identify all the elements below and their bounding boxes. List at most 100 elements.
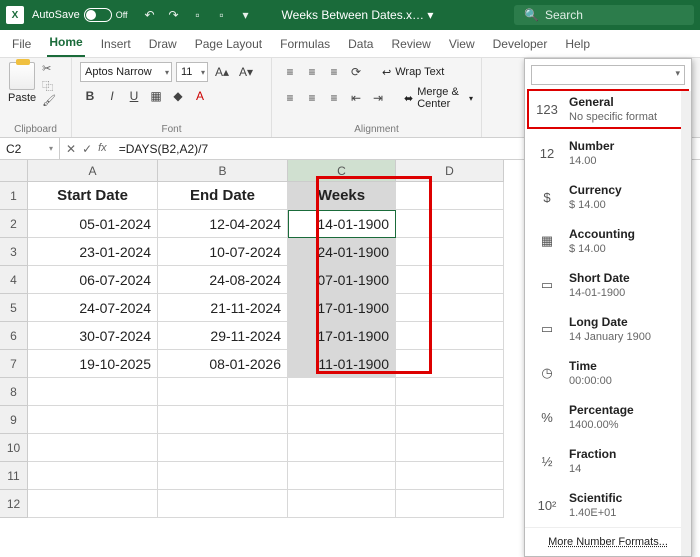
save-icon[interactable]: ▫ <box>190 7 206 23</box>
enter-icon[interactable]: ✓ <box>82 142 92 156</box>
row-header[interactable]: 1 <box>0 182 28 210</box>
cell[interactable] <box>28 434 158 462</box>
font-name-combo[interactable]: Aptos Narrow <box>80 62 172 82</box>
indent-dec-icon[interactable]: ⇤ <box>346 88 366 108</box>
cell[interactable] <box>396 294 504 322</box>
tab-formulas[interactable]: Formulas <box>278 31 332 57</box>
border-icon[interactable]: ▦ <box>146 86 166 106</box>
indent-inc-icon[interactable]: ⇥ <box>368 88 388 108</box>
italic-icon[interactable]: I <box>102 86 122 106</box>
number-format-fraction[interactable]: ½Fraction14 <box>525 439 691 483</box>
cell[interactable]: End Date <box>158 182 288 210</box>
undo-icon[interactable]: ↶ <box>142 7 158 23</box>
wrap-text-button[interactable]: ↩ Wrap Text <box>382 66 444 79</box>
cell[interactable]: 08-01-2026 <box>158 350 288 378</box>
row-header[interactable]: 3 <box>0 238 28 266</box>
align-center-icon[interactable]: ≡ <box>302 88 322 108</box>
cell[interactable] <box>158 490 288 518</box>
cell[interactable] <box>396 462 504 490</box>
cell[interactable]: 29-11-2024 <box>158 322 288 350</box>
cell[interactable]: 24-07-2024 <box>28 294 158 322</box>
cell[interactable] <box>28 462 158 490</box>
align-right-icon[interactable]: ≡ <box>324 88 344 108</box>
align-middle-icon[interactable]: ≡ <box>302 62 322 82</box>
cell[interactable]: 14-01-1900 <box>288 210 396 238</box>
cell[interactable] <box>396 266 504 294</box>
copy-icon[interactable]: ⿻ <box>42 78 58 92</box>
cell[interactable]: 05-01-2024 <box>28 210 158 238</box>
tab-help[interactable]: Help <box>563 31 592 57</box>
cell[interactable] <box>288 462 396 490</box>
bold-icon[interactable]: B <box>80 86 100 106</box>
cell[interactable] <box>396 406 504 434</box>
decrease-font-icon[interactable]: A▾ <box>236 62 256 82</box>
cell[interactable]: 12-04-2024 <box>158 210 288 238</box>
cell[interactable] <box>28 378 158 406</box>
cell[interactable] <box>396 378 504 406</box>
merge-center-button[interactable]: ⬌ Merge & Center ▾ <box>404 86 473 110</box>
search-input[interactable] <box>545 8 684 22</box>
cell[interactable]: Start Date <box>28 182 158 210</box>
tab-home[interactable]: Home <box>47 29 84 57</box>
row-header[interactable]: 5 <box>0 294 28 322</box>
orientation-icon[interactable]: ⟳ <box>346 62 366 82</box>
row-header[interactable]: 2 <box>0 210 28 238</box>
cell[interactable]: 17-01-1900 <box>288 294 396 322</box>
col-header-c[interactable]: C <box>288 160 396 182</box>
cell[interactable] <box>288 490 396 518</box>
cell[interactable]: 07-01-1900 <box>288 266 396 294</box>
autosave-toggle[interactable]: AutoSave Off <box>32 8 128 22</box>
cell[interactable] <box>396 322 504 350</box>
cell[interactable] <box>28 406 158 434</box>
number-format-scientific[interactable]: 10²Scientific1.40E+01 <box>525 483 691 527</box>
name-box[interactable]: C2 <box>0 138 60 159</box>
cell[interactable]: 30-07-2024 <box>28 322 158 350</box>
number-format-short-date[interactable]: ▭Short Date14-01-1900 <box>525 263 691 307</box>
cell[interactable]: Weeks <box>288 182 396 210</box>
cell[interactable] <box>288 378 396 406</box>
font-color-icon[interactable]: A <box>190 86 210 106</box>
number-format-accounting[interactable]: ▦Accounting$ 14.00 <box>525 219 691 263</box>
font-size-combo[interactable]: 11 <box>176 62 208 82</box>
row-header[interactable]: 10 <box>0 434 28 462</box>
cell[interactable] <box>396 182 504 210</box>
fx-icon[interactable]: fx <box>98 142 107 156</box>
number-format-percentage[interactable]: %Percentage1400.00% <box>525 395 691 439</box>
cell[interactable] <box>396 434 504 462</box>
number-format-combo[interactable] <box>531 65 685 85</box>
more-number-formats[interactable]: More Number Formats... <box>525 527 691 556</box>
cut-icon[interactable]: ✂ <box>42 62 58 76</box>
cell[interactable] <box>158 406 288 434</box>
cell[interactable]: 23-01-2024 <box>28 238 158 266</box>
cell[interactable] <box>28 490 158 518</box>
paste-button[interactable]: Paste <box>8 62 36 108</box>
cell[interactable] <box>396 350 504 378</box>
row-header[interactable]: 7 <box>0 350 28 378</box>
tab-review[interactable]: Review <box>389 31 432 57</box>
cell[interactable]: 10-07-2024 <box>158 238 288 266</box>
document-title[interactable]: Weeks Between Dates.x… ▾ <box>282 8 434 22</box>
col-header-a[interactable]: A <box>28 160 158 182</box>
tab-file[interactable]: File <box>10 31 33 57</box>
cell[interactable]: 24-01-1900 <box>288 238 396 266</box>
formula-input[interactable]: =DAYS(B2,A2)/7 <box>113 142 214 156</box>
row-header[interactable]: 6 <box>0 322 28 350</box>
tab-draw[interactable]: Draw <box>147 31 179 57</box>
cell[interactable] <box>158 462 288 490</box>
tab-page-layout[interactable]: Page Layout <box>193 31 264 57</box>
cell[interactable] <box>396 238 504 266</box>
cell[interactable] <box>158 378 288 406</box>
cancel-icon[interactable]: ✕ <box>66 142 76 156</box>
format-painter-icon[interactable]: 🖌 <box>42 94 58 108</box>
col-header-b[interactable]: B <box>158 160 288 182</box>
row-header[interactable]: 4 <box>0 266 28 294</box>
cell[interactable] <box>288 406 396 434</box>
cell[interactable]: 06-07-2024 <box>28 266 158 294</box>
number-format-currency[interactable]: $Currency$ 14.00 <box>525 175 691 219</box>
more-icon[interactable]: ▾ <box>238 7 254 23</box>
align-left-icon[interactable]: ≡ <box>280 88 300 108</box>
tab-data[interactable]: Data <box>346 31 375 57</box>
toggle-switch[interactable] <box>84 8 112 22</box>
row-header[interactable]: 11 <box>0 462 28 490</box>
number-format-long-date[interactable]: ▭Long Date14 January 1900 <box>525 307 691 351</box>
